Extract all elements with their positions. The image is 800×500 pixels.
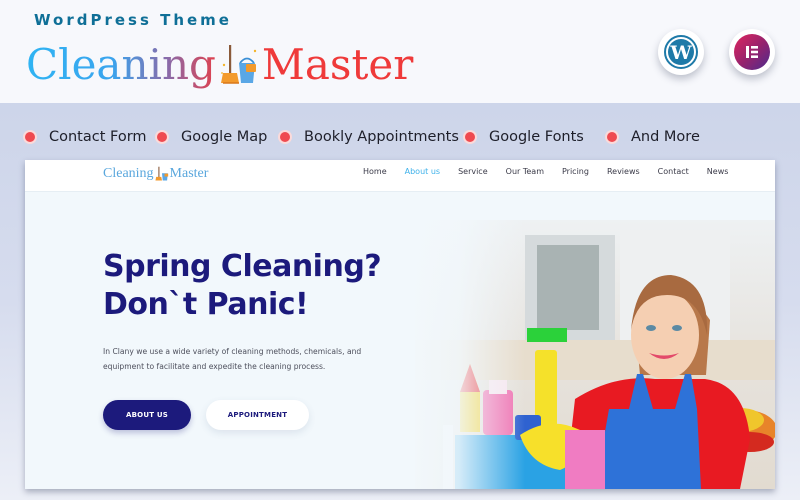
hero-title-line2: Don`t Panic! (103, 287, 309, 322)
feature-label: And More (631, 129, 700, 145)
elementor-badge (729, 29, 775, 75)
banner-subtitle: WordPress Theme (34, 11, 232, 29)
nav-news[interactable]: News (707, 167, 729, 176)
brand-title-part2: Master (261, 40, 414, 89)
svg-text:W: W (669, 42, 692, 64)
nav-home[interactable]: Home (363, 167, 387, 176)
bullet-icon (280, 132, 290, 142)
hero-description-line1: In Clany we use a wide variety of cleani… (103, 347, 362, 356)
feature-item: Bookly Appointments (280, 123, 459, 151)
about-us-button[interactable]: ABOUT US (103, 400, 191, 430)
nav-pricing[interactable]: Pricing (562, 167, 589, 176)
feature-item: Google Map (157, 123, 267, 151)
hero-title: Spring Cleaning? Don`t Panic! (103, 248, 423, 324)
hero-description-line2: equipment to facilitate and expedite the… (103, 362, 326, 371)
bullet-icon (157, 132, 167, 142)
site-logo-part2: Master (169, 166, 209, 181)
nav-our-team[interactable]: Our Team (506, 167, 544, 176)
site-nav-links: Home About us Service Our Team Pricing R… (363, 160, 746, 182)
hero-image-fade (405, 192, 525, 489)
nav-contact[interactable]: Contact (658, 167, 689, 176)
banner-header: WordPress Theme Cleaning Master W (0, 0, 800, 103)
elementor-icon (734, 34, 770, 70)
theme-preview: Cleaning Master Home About us Service Ou… (25, 160, 775, 489)
feature-item: Google Fonts (465, 123, 584, 151)
wordpress-badge: W (658, 29, 704, 75)
feature-list: Contact Form Google Map Bookly Appointme… (0, 123, 800, 151)
bullet-icon (25, 132, 35, 142)
feature-label: Contact Form (49, 129, 147, 145)
bullet-icon (465, 132, 475, 142)
nav-about-us[interactable]: About us (405, 167, 440, 176)
feature-label: Google Map (181, 129, 268, 145)
broom-bucket-icon (155, 166, 168, 181)
hero-description: In Clany we use a wide variety of cleani… (103, 344, 403, 374)
feature-label: Bookly Appointments (304, 129, 459, 145)
broom-bucket-icon (220, 45, 257, 84)
site-navbar: Cleaning Master Home About us Service Ou… (25, 160, 775, 192)
site-logo-part1: Cleaning (103, 166, 154, 181)
appointment-button[interactable]: APPOINTMENT (206, 400, 309, 430)
feature-item: Contact Form (25, 123, 147, 151)
wordpress-icon: W (664, 35, 698, 69)
feature-label: Google Fonts (489, 129, 584, 145)
nav-service[interactable]: Service (458, 167, 488, 176)
brand-logo: Cleaning Master (26, 37, 413, 93)
hero-title-line1: Spring Cleaning? (103, 249, 382, 284)
nav-reviews[interactable]: Reviews (607, 167, 640, 176)
feature-item: And More (607, 123, 700, 151)
bullet-icon (607, 132, 617, 142)
site-logo[interactable]: Cleaning Master (103, 163, 208, 185)
brand-title-part1: Cleaning (26, 37, 216, 93)
